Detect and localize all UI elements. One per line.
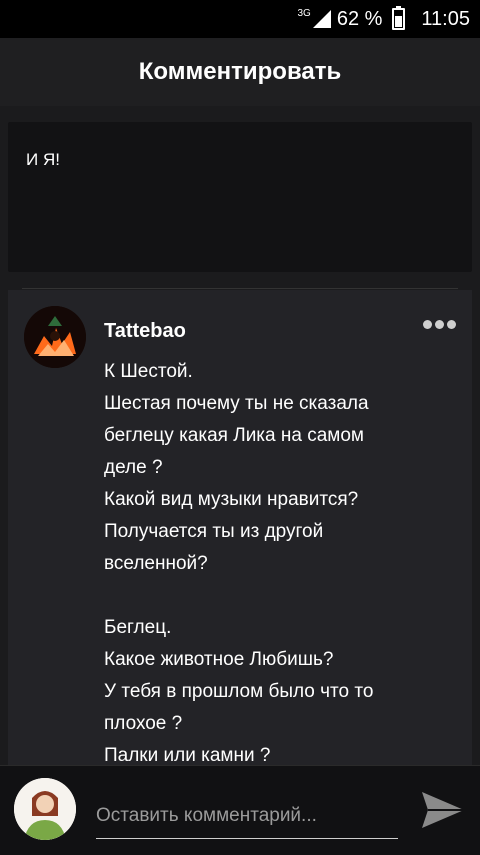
- comment-line: вселенной?: [104, 553, 208, 574]
- more-dots-icon[interactable]: [423, 320, 456, 329]
- comment-line: деле ?: [104, 457, 163, 478]
- app-bar: Комментировать: [0, 38, 480, 106]
- send-icon[interactable]: [420, 788, 466, 832]
- comment-card: Tattebao К Шестой. Шестая почему ты не ск…: [8, 290, 472, 765]
- page-title: Комментировать: [138, 58, 342, 85]
- reply-text: И Я!: [26, 150, 60, 169]
- comment-input[interactable]: [96, 794, 398, 839]
- comment-input-bar: [0, 765, 480, 855]
- comment-line: Получается ты из другой: [104, 521, 324, 542]
- comment-line: Какой вид музыки нравится?: [104, 489, 359, 510]
- reply-preview: И Я!: [8, 122, 472, 272]
- signal-icon: [312, 10, 331, 28]
- comment-line: Палки или камни ?: [104, 745, 271, 765]
- battery-icon: [392, 6, 406, 30]
- user-avatar[interactable]: [14, 778, 76, 840]
- comment-line: беглецу какая Лика на самом: [104, 425, 364, 446]
- comment-line: [104, 580, 444, 612]
- divider: [22, 288, 458, 289]
- comment-line: плохое ?: [104, 713, 183, 734]
- comment-line: У тебя в прошлом было что то: [104, 681, 374, 702]
- network-type: 3G: [297, 7, 311, 19]
- clock: 11:05: [421, 7, 470, 30]
- comment-line: Какое животное Любишь?: [104, 649, 334, 670]
- comment-body: К Шестой. Шестая почему ты не сказала бегл…: [104, 356, 444, 765]
- status-bar: 3G 62 % 11:05: [0, 0, 480, 38]
- comment-line: Шестая почему ты не сказала: [104, 393, 369, 414]
- comment-author[interactable]: Tattebao: [104, 320, 186, 343]
- battery-percent: 62 %: [336, 7, 383, 30]
- comment-line: Беглец.: [104, 617, 172, 638]
- battery-fill: [395, 15, 403, 27]
- author-avatar[interactable]: [24, 306, 86, 368]
- comment-line: К Шестой.: [104, 361, 193, 382]
